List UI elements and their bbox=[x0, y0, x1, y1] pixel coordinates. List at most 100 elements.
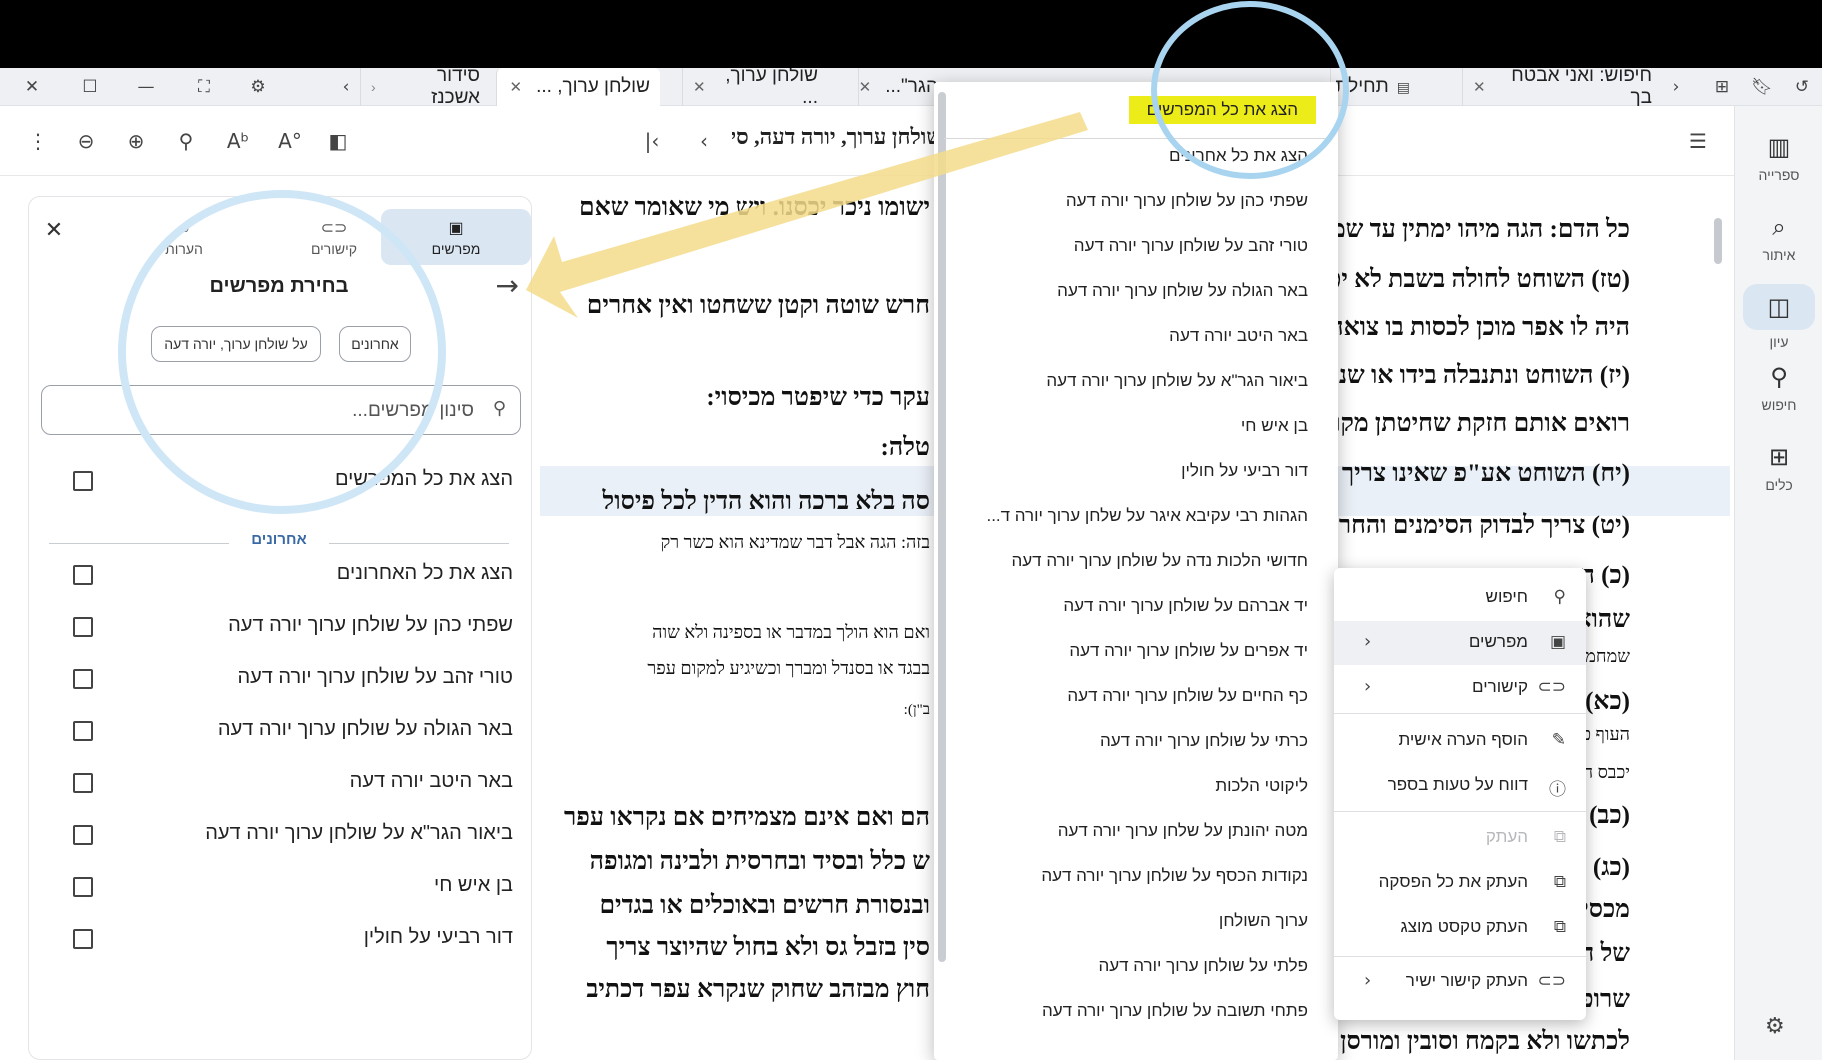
checkbox-row[interactable]: טורי זהב על שולחן ערוך יורה דעה bbox=[29, 659, 531, 699]
menu-hamburger-icon[interactable]: ☰ bbox=[1684, 127, 1712, 155]
tab-notes[interactable]: ▱ הערות bbox=[109, 209, 259, 265]
tab-close-icon[interactable]: ✕ bbox=[1473, 78, 1486, 96]
tab-close-icon[interactable]: ✕ bbox=[510, 78, 523, 96]
chip-acharonim[interactable]: אחרונים bbox=[339, 326, 411, 362]
close-window-icon[interactable]: ✕ bbox=[20, 75, 44, 99]
text-line[interactable]: בזה: הגה אבל דבר שמדינא הוא כשר רק bbox=[661, 532, 930, 553]
context-menu-item[interactable]: ▣ מפרשים ‹ bbox=[1334, 621, 1586, 665]
text-line[interactable]: טלה: bbox=[881, 434, 931, 462]
text-line[interactable]: (יז) השוחט ונתנבלה בידו או שנ bbox=[1339, 362, 1630, 390]
dropdown-item[interactable]: מטה יהונתן על שלחן ערוך יורה דעה bbox=[1058, 821, 1308, 841]
text-line[interactable]: רואים אותם חזקת שחיטתן מקולקל bbox=[1297, 410, 1630, 438]
rail-item-locate[interactable]: ⌕ איתור bbox=[1743, 204, 1815, 274]
checkbox-row[interactable]: שפתי כהן על שולחן ערוך יורה דעה bbox=[29, 607, 531, 647]
text-style-icon[interactable]: Aᵇ bbox=[224, 127, 252, 155]
dropdown-item[interactable]: שפתי כהן על שולחן ערוך יורה דעה bbox=[1066, 191, 1308, 211]
context-menu-item[interactable]: ✎ הוסף הערה אישית bbox=[1334, 719, 1586, 763]
checkbox[interactable] bbox=[73, 617, 93, 637]
dropdown-item[interactable]: יד אפרים על שולחן ערוך יורה דעה bbox=[1069, 641, 1308, 661]
zoom-in-icon[interactable]: ⊕ bbox=[122, 127, 150, 155]
text-line[interactable]: (טז) השוחט לחולה בשבת לא יכסה bbox=[1301, 266, 1630, 294]
tab-shulchan-aruch[interactable]: שולחן ערוך, ... ✕ bbox=[682, 68, 828, 108]
minimize-icon[interactable]: — bbox=[134, 75, 158, 99]
checkbox[interactable] bbox=[73, 877, 93, 897]
dropdown-item[interactable]: בן איש חי bbox=[1241, 416, 1308, 436]
tab-siddur[interactable]: סידור אשכנז ‹ bbox=[360, 68, 490, 108]
text-line[interactable]: ואם הוא הולך במדבר או בספינה ולא שוה bbox=[652, 622, 930, 643]
dropdown-scrollbar[interactable] bbox=[938, 92, 946, 962]
checkbox-row[interactable]: ביאור הגר"א על שולחן ערוך יורה דעה bbox=[29, 815, 531, 855]
chip-on-shulchan-aruch[interactable]: על שולחן ערוך, יורה דעה bbox=[151, 326, 321, 362]
dropdown-item[interactable]: דור רביעי על חולין bbox=[1181, 461, 1308, 481]
fullscreen-icon[interactable]: ⛶ bbox=[192, 75, 216, 99]
dropdown-item[interactable]: טורי זהב על שולחן ערוך יורה דעה bbox=[1074, 236, 1308, 256]
dropdown-item[interactable]: יד אברהם על שולחן ערוך יורה דעה bbox=[1063, 596, 1308, 616]
new-tab-icon[interactable]: ⊞ bbox=[1710, 75, 1734, 99]
filter-input[interactable] bbox=[74, 394, 474, 428]
dropdown-item[interactable]: פתחי תשובה על שולחן ערוך יורה דעה bbox=[1042, 1001, 1308, 1021]
checkbox[interactable] bbox=[73, 773, 93, 793]
text-line[interactable]: סה בלא ברכה והוא הדין לכל פיסול bbox=[603, 488, 930, 516]
text-line[interactable]: חוץ מבזהב שחוק שנקרא עפר דכתיב bbox=[586, 976, 930, 1004]
settings-gear-icon[interactable]: ⚙ bbox=[1765, 1014, 1785, 1039]
text-line[interactable]: חרש שוטה וקטן ששחטו ואין אחרים bbox=[587, 292, 930, 320]
tabs-scroll-right-icon[interactable]: › bbox=[1664, 75, 1688, 99]
text-line[interactable]: הם ואם אינם מצמיחים אם נקראו עפר bbox=[564, 804, 930, 832]
checkbox[interactable] bbox=[73, 825, 93, 845]
dropdown-item-show-all[interactable]: הצג את כל המפרשים bbox=[1128, 96, 1316, 124]
checkbox-row[interactable]: באר היטב יורה דעה bbox=[29, 763, 531, 803]
tab-commentators[interactable]: ▣ מפרשים bbox=[381, 209, 531, 265]
text-line[interactable]: (יט) צריך לבדוק הסימנים והחריץ ק bbox=[1300, 512, 1630, 540]
text-line[interactable]: ש כלל ובסיד ובחרסית ולבינה ומגופה bbox=[590, 848, 930, 876]
checkbox-row[interactable]: דור רביעי על חולין bbox=[29, 919, 531, 959]
tab-shulchan-aruch-active[interactable]: שולחן ערוך, ... ✕ bbox=[496, 68, 660, 106]
settings-gear-icon[interactable]: ⚙ bbox=[246, 75, 270, 99]
context-menu-item[interactable]: ⓘ דווח על טעות בספר bbox=[1334, 764, 1586, 808]
tab-close-icon[interactable]: ✕ bbox=[859, 78, 872, 96]
text-line[interactable]: סין בזבל גס ולא בחול שהיוצר צריך bbox=[606, 934, 930, 962]
checkbox[interactable] bbox=[73, 471, 93, 491]
dropdown-item[interactable]: פלתי על שולחן ערוך יורה דעה bbox=[1098, 956, 1308, 976]
more-options-icon[interactable]: ⋮ bbox=[24, 127, 52, 155]
checkbox[interactable] bbox=[73, 565, 93, 585]
checkbox-row[interactable]: בן איש חי bbox=[29, 867, 531, 907]
checkbox[interactable] bbox=[73, 669, 93, 689]
text-line[interactable]: עקר כדי שיפטר מכיסוי: bbox=[706, 384, 930, 412]
rail-item-library[interactable]: ▥ ספרייה bbox=[1743, 124, 1815, 194]
dropdown-item[interactable]: הגהות רבי עקיבא איגר על שלחן ערוך יורה ד… bbox=[986, 506, 1308, 526]
dropdown-item[interactable]: נקודות הכסף על שולחן ערוך יורה דעה bbox=[1041, 866, 1308, 886]
rail-item-tools[interactable]: ⊞ כלים bbox=[1743, 434, 1815, 504]
previous-icon[interactable]: ‹ bbox=[690, 127, 718, 155]
dropdown-item[interactable]: באר הגולה על שולחן ערוך יורה דעה bbox=[1057, 281, 1308, 301]
context-menu-item[interactable]: ⊂⊃ קישורים ‹ bbox=[1334, 666, 1586, 710]
history-icon[interactable]: ↺ bbox=[1790, 75, 1814, 99]
sidebar-toggle-icon[interactable]: ◧ bbox=[324, 127, 352, 155]
close-panel-icon[interactable]: ✕ bbox=[39, 215, 69, 245]
tabs-scroll-left-icon[interactable]: ‹ bbox=[334, 75, 358, 99]
context-menu-item[interactable]: ⧉ העתק טקסט מוצג bbox=[1334, 906, 1586, 950]
checkbox[interactable] bbox=[73, 721, 93, 741]
rail-item-search[interactable]: ⚲ חיפוש bbox=[1743, 354, 1815, 424]
tab-search[interactable]: חיפוש: ואני אבטח בך ✕ bbox=[1462, 68, 1662, 108]
maximize-icon[interactable]: ☐ bbox=[78, 75, 102, 99]
book-title[interactable]: שולחן ערוך, יורה דעה, סימן כח bbox=[732, 124, 942, 158]
first-page-icon[interactable]: |‹ bbox=[638, 127, 666, 155]
dropdown-item[interactable]: ליקוטי הלכות bbox=[1215, 776, 1308, 796]
search-icon[interactable]: ⚲ bbox=[172, 127, 200, 155]
tab-beginning[interactable]: ▤ תחילת bbox=[1330, 68, 1420, 106]
text-line[interactable]: ב"ן): bbox=[904, 702, 930, 719]
dropdown-item[interactable]: באר היטב יורה דעה bbox=[1169, 326, 1308, 346]
rail-item-reading[interactable]: ◫ bbox=[1743, 284, 1815, 330]
text-line[interactable]: בבגד או בסנדל ומברך וכשיגיע למקום עפר bbox=[647, 658, 930, 679]
checkbox-row[interactable]: הצג את כל האחרונים bbox=[29, 555, 531, 595]
checkbox[interactable] bbox=[73, 929, 93, 949]
context-menu-item[interactable]: ⊂⊃ העתק קישור ישיר ‹ bbox=[1334, 960, 1586, 1004]
text-line[interactable]: היה לו אפר מוכן לכסות בו צואה י bbox=[1316, 314, 1630, 342]
text-line[interactable]: ישומו ניכר יכסנו. ויש מי שאומר שאם bbox=[579, 194, 930, 222]
dropdown-item[interactable]: ערוך השולחן bbox=[1219, 911, 1308, 931]
dropdown-item[interactable]: כרתי על שולחן ערוך יורה דעה bbox=[1100, 731, 1308, 751]
font-icon[interactable]: A° bbox=[276, 127, 304, 155]
context-menu-item[interactable]: ⧉ העתק את כל הפסקה bbox=[1334, 861, 1586, 905]
text-line[interactable]: לכתשו ולא בקמח וסובין ומורסן bbox=[1340, 1028, 1630, 1056]
text-line[interactable]: (יח) השוחט אע"פ שאינו צריך אלא bbox=[1292, 460, 1630, 488]
